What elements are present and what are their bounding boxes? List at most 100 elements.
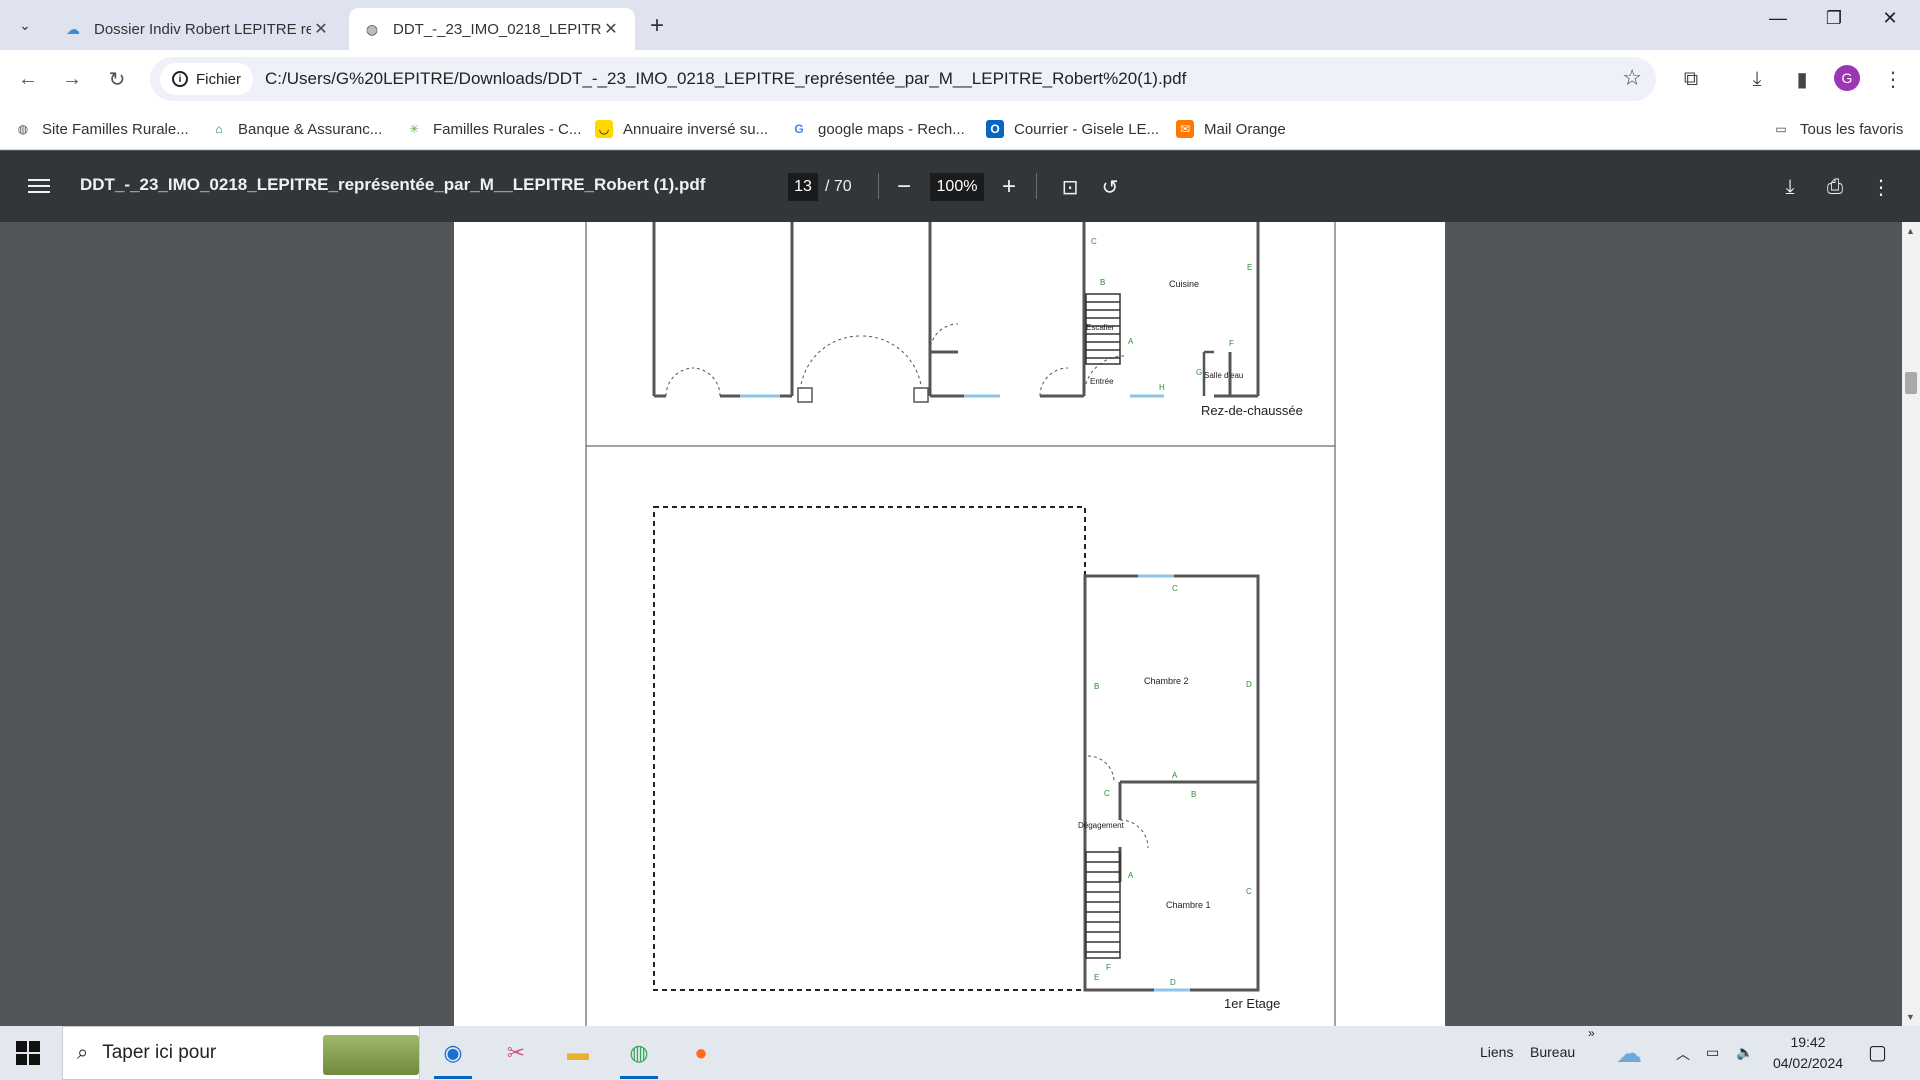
search-icon: ⌕	[77, 1041, 89, 1064]
chrome-icon[interactable]: ◍	[616, 1033, 662, 1079]
door-arcs	[665, 323, 1125, 397]
bookmark-item[interactable]: ◡ Annuaire inversé su...	[595, 116, 768, 142]
taskbar: ⌕ Taper ici pour ◉ ✂ ▬ ◍ ● Liens Bureau …	[0, 1026, 1920, 1080]
first-floor-outline	[653, 506, 1086, 991]
desktop-toolbar[interactable]: Bureau	[1530, 1044, 1575, 1060]
close-window-icon[interactable]: ✕	[1870, 8, 1910, 29]
bookmark-label: google maps - Rech...	[818, 120, 965, 138]
more-menu-icon[interactable]: ⋮	[1878, 64, 1908, 94]
print-icon[interactable]: ⎙	[1820, 172, 1850, 202]
tab-pdf[interactable]: ◍ DDT_-_23_IMO_0218_LEPITRE_r ✕	[349, 8, 635, 50]
bookmark-label: Courrier - Gisele LE...	[1014, 120, 1160, 138]
menu-icon[interactable]	[28, 175, 50, 197]
divider	[1036, 173, 1037, 199]
wall-letter: C	[1091, 237, 1097, 246]
links-toolbar[interactable]: Liens	[1480, 1044, 1513, 1060]
all-bookmarks[interactable]: ▭ Tous les favoris	[1772, 116, 1903, 142]
vertical-scrollbar[interactable]: ▲ ▼	[1902, 222, 1920, 1026]
site-info-chip[interactable]: i Fichier	[160, 63, 254, 95]
tab-dossier[interactable]: ☁ Dossier Indiv Robert LEPITRE re ✕	[50, 8, 345, 50]
wall-letter: D	[1246, 680, 1252, 689]
chip-label: Fichier	[196, 70, 242, 88]
page-total: / 70	[825, 178, 852, 195]
taskbar-search[interactable]: ⌕ Taper ici pour	[62, 1026, 420, 1080]
zoom-input[interactable]: 100%	[930, 173, 984, 201]
divider	[878, 173, 879, 199]
forward-arrow-icon[interactable]: →	[57, 64, 87, 94]
bookmark-item[interactable]: ✉ Mail Orange	[1176, 116, 1286, 142]
tab-strip: ⌄ ☁ Dossier Indiv Robert LEPITRE re ✕ ◍ …	[0, 0, 1920, 50]
pdf-title: DDT_-_23_IMO_0218_LEPITRE_représentée_pa…	[80, 175, 706, 194]
wall-letter: A	[1128, 337, 1134, 346]
pdf-viewer[interactable]: Cuisine Escalier Entrée Salle d'eau C B …	[0, 222, 1920, 1026]
weather-icon[interactable]: ☁	[1616, 1038, 1642, 1069]
star-icon[interactable]: ☆	[1622, 65, 1642, 91]
wall-letter: F	[1106, 963, 1111, 972]
scroll-down-icon[interactable]: ▼	[1906, 1012, 1915, 1022]
bookmark-item[interactable]: ✳ Familles Rurales - C...	[405, 116, 581, 142]
download-icon[interactable]: ⤓	[1742, 64, 1772, 94]
wall-letter: E	[1247, 263, 1252, 272]
bookmark-item[interactable]: G google maps - Rech...	[790, 116, 965, 142]
rotate-icon[interactable]: ↺	[1095, 172, 1125, 202]
firefox-icon[interactable]: ●	[678, 1033, 724, 1073]
bookmark-label: Tous les favoris	[1800, 120, 1904, 138]
scroll-up-icon[interactable]: ▲	[1906, 226, 1915, 236]
globe-icon: ◍	[17, 122, 29, 136]
floor-plan: Cuisine Escalier Entrée Salle d'eau C B …	[585, 222, 1336, 1026]
wall-letter: B	[1094, 682, 1099, 691]
notification-icon[interactable]: ▢	[1868, 1040, 1887, 1065]
zoom-out-icon[interactable]: −	[890, 173, 918, 201]
file-explorer-icon[interactable]: ▬	[555, 1033, 601, 1073]
fit-page-icon[interactable]: ⊡	[1055, 172, 1085, 202]
reload-icon[interactable]: ↻	[102, 64, 132, 94]
new-tab-button[interactable]: +	[650, 12, 664, 40]
room-salle-eau: Salle d'eau	[1204, 371, 1243, 380]
extensions-icon[interactable]: ⧉	[1676, 64, 1706, 94]
wall-letter: D	[1170, 978, 1176, 987]
bookmark-item[interactable]: ⌂ Banque & Assuranc...	[210, 116, 382, 142]
browser-app-icon[interactable]: ◉	[430, 1033, 476, 1079]
battery-icon[interactable]: ▭	[1706, 1044, 1719, 1061]
back-arrow-icon[interactable]: ←	[13, 64, 43, 94]
google-icon: G	[794, 122, 804, 136]
browser-toolbar: ← → ↻ i Fichier C:/Users/G%20LEPITRE/Dow…	[0, 50, 1920, 108]
snipping-tool-icon[interactable]: ✂	[493, 1033, 539, 1073]
close-icon[interactable]: ✕	[601, 19, 621, 39]
restore-icon[interactable]: ❐	[1814, 8, 1854, 29]
clock[interactable]: 19:42 04/02/2024	[1766, 1032, 1850, 1074]
wall-letter: F	[1229, 339, 1234, 348]
tab-title: DDT_-_23_IMO_0218_LEPITRE_r	[393, 20, 601, 38]
chevron-up-icon[interactable]: ︿	[1676, 1044, 1690, 1064]
date: 04/02/2024	[1772, 1055, 1844, 1071]
page-number-input[interactable]: 13	[788, 173, 818, 201]
minimize-icon[interactable]: —	[1758, 8, 1798, 29]
volume-icon[interactable]: 🔈	[1736, 1044, 1753, 1061]
bookmark-item[interactable]: O Courrier - Gisele LE...	[986, 116, 1159, 142]
wall-letter: E	[1094, 973, 1099, 982]
room-entree: Entrée	[1090, 377, 1114, 386]
zoom-in-icon[interactable]: +	[995, 173, 1023, 201]
more-menu-icon[interactable]: ⋮	[1866, 172, 1896, 202]
address-bar[interactable]: i Fichier C:/Users/G%20LEPITRE/Downloads…	[150, 57, 1656, 101]
close-icon[interactable]: ✕	[311, 19, 331, 39]
tab-search-button[interactable]: ⌄	[10, 10, 40, 40]
ground-floor-walls	[652, 222, 1260, 398]
side-panel-icon[interactable]: ▮	[1787, 64, 1817, 94]
windows-start-icon[interactable]	[16, 1041, 40, 1065]
bookmark-item[interactable]: ◍ Site Familles Rurale...	[14, 116, 189, 142]
first-floor-label: 1er Etage	[1224, 996, 1280, 1011]
info-icon: i	[172, 71, 188, 87]
scroll-thumb[interactable]	[1905, 372, 1917, 394]
bookmark-label: Site Familles Rurale...	[42, 120, 189, 138]
tab-title: Dossier Indiv Robert LEPITRE re	[94, 20, 311, 38]
room-degagement: Dégagement	[1078, 821, 1125, 830]
chevron-right-icon[interactable]: »	[1588, 1026, 1595, 1040]
folder-icon: ▭	[1775, 122, 1787, 136]
download-icon[interactable]: ⤓	[1775, 172, 1805, 202]
familles-rurales-icon: ✳	[408, 122, 420, 136]
url-text[interactable]: C:/Users/G%20LEPITRE/Downloads/DDT_-_23_…	[265, 69, 1186, 89]
room-escalier: Escalier	[1086, 323, 1115, 332]
pdf-page: Cuisine Escalier Entrée Salle d'eau C B …	[454, 222, 1445, 1026]
avatar[interactable]: G	[1834, 65, 1860, 91]
